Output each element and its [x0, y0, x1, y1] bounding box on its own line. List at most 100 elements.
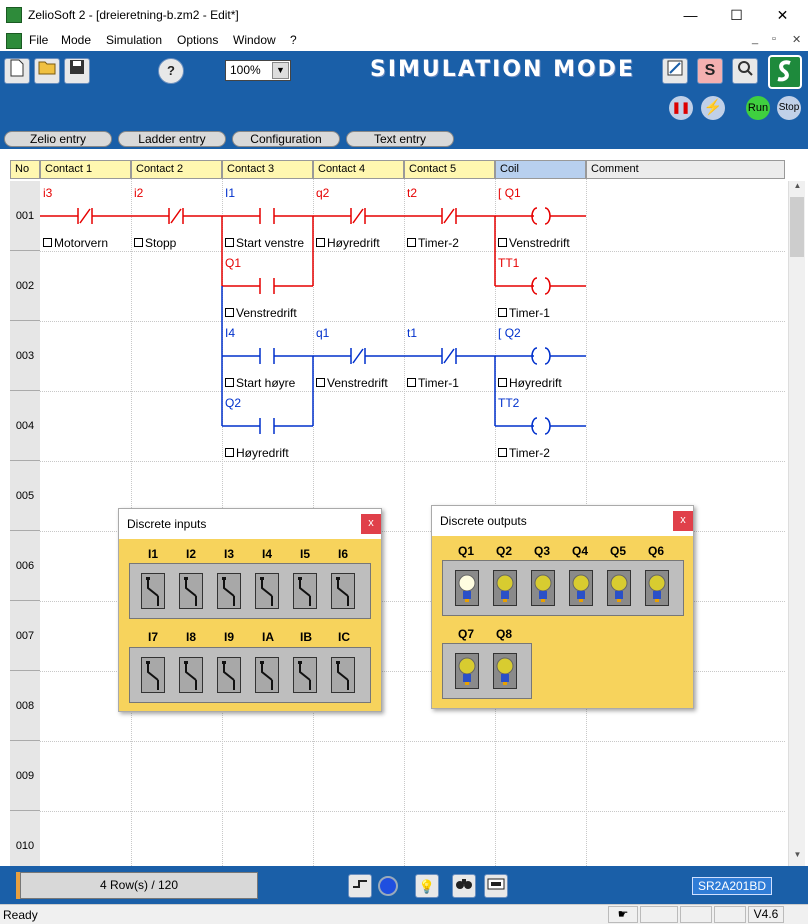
contact-name: Stopp	[134, 236, 176, 250]
magnifier-icon[interactable]	[732, 58, 758, 84]
version-label: V4.6	[748, 906, 784, 923]
menu-help[interactable]: ?	[290, 33, 297, 47]
menu-file[interactable]: File	[29, 33, 48, 47]
toggle-switch[interactable]	[293, 573, 317, 609]
lamp-off-icon	[493, 653, 517, 689]
coil-name: Venstredrift	[498, 236, 570, 250]
contact-name: Timer-1	[407, 376, 459, 390]
scroll-up-icon[interactable]: ▲	[791, 181, 804, 195]
vertical-scrollbar[interactable]: ▲ ▼	[788, 181, 805, 866]
separator	[0, 149, 808, 160]
s-button[interactable]: S	[697, 58, 723, 84]
tab-ladder-entry[interactable]: Ladder entry	[118, 131, 226, 147]
input-label: IC	[338, 630, 350, 644]
lamp-off-icon	[607, 570, 631, 606]
output-label: Q7	[458, 627, 475, 641]
zeliosoft-app-icon	[6, 7, 22, 23]
coil-address: TT1	[498, 256, 520, 270]
schneider-logo-icon	[768, 55, 802, 89]
status-panel	[680, 906, 712, 923]
contact-name: Start høyre	[225, 376, 295, 390]
contact-address: i3	[43, 186, 53, 200]
toggle-switch[interactable]	[255, 657, 279, 693]
toggle-switch[interactable]	[331, 657, 355, 693]
input-label: I6	[338, 547, 349, 561]
mdi-minimize-button[interactable]: _	[752, 33, 758, 45]
maximize-button[interactable]: ☐	[714, 0, 759, 30]
help-icon[interactable]: ?	[158, 58, 184, 84]
coil-address: [ Q2	[498, 326, 521, 340]
lightning-icon[interactable]: ⚡	[701, 96, 725, 120]
mdi-close-button[interactable]: ✕	[792, 33, 801, 46]
edit-mode-icon[interactable]	[662, 58, 688, 84]
contact-name: Høyredrift	[225, 446, 289, 460]
toggle-switch[interactable]	[293, 657, 317, 693]
toggle-switch[interactable]	[141, 573, 165, 609]
binoculars-icon[interactable]	[452, 874, 476, 898]
module-icon[interactable]	[484, 874, 508, 898]
status-panel	[640, 906, 678, 923]
input-label: I4	[262, 547, 273, 561]
scroll-down-icon[interactable]: ▼	[791, 850, 804, 864]
toggle-switch[interactable]	[179, 657, 203, 693]
output-label: Q8	[496, 627, 513, 641]
save-icon[interactable]	[64, 58, 90, 84]
contact-address: q1	[316, 326, 330, 340]
tab-configuration[interactable]: Configuration	[232, 131, 340, 147]
input-label: I1	[148, 547, 159, 561]
lamp-off-icon	[645, 570, 669, 606]
toggle-switch[interactable]	[217, 573, 241, 609]
input-label: I7	[148, 630, 159, 644]
row-count: 4 Row(s) / 120	[20, 872, 258, 899]
menu-simulation[interactable]: Simulation	[106, 33, 162, 47]
coil-name: Timer-1	[498, 306, 550, 320]
contact-address: t1	[407, 326, 418, 340]
close-icon[interactable]: x	[673, 511, 693, 531]
step-icon[interactable]	[348, 874, 372, 898]
contact-address: I4	[225, 326, 236, 340]
discrete-inputs-window: Discrete inputs x I1 I2 I3 I4 I5 I6 I7 I…	[118, 508, 382, 712]
toggle-switch[interactable]	[255, 573, 279, 609]
contact-name: Timer-2	[407, 236, 459, 250]
coil-name: Timer-2	[498, 446, 550, 460]
close-button[interactable]: ✕	[760, 0, 805, 30]
output-label: Q2	[496, 544, 513, 558]
output-label: Q3	[534, 544, 551, 558]
open-folder-icon[interactable]	[34, 58, 60, 84]
lamp-on-icon	[455, 570, 479, 606]
input-label: I8	[186, 630, 197, 644]
scrollbar-thumb[interactable]	[790, 197, 804, 257]
contact-address: i2	[134, 186, 144, 200]
contact-name: Venstredrift	[225, 306, 297, 320]
chevron-down-icon[interactable]: ▼	[272, 62, 289, 79]
input-label: I3	[224, 547, 235, 561]
menu-window[interactable]: Window	[233, 33, 276, 47]
discrete-outputs-title: Discrete outputs	[432, 506, 693, 536]
close-icon[interactable]: x	[361, 514, 381, 534]
coil-address: [ Q1	[498, 186, 521, 200]
tab-text-entry[interactable]: Text entry	[346, 131, 454, 147]
document-icon[interactable]	[6, 33, 22, 49]
toggle-switch[interactable]	[331, 573, 355, 609]
mdi-restore-button[interactable]: ▫	[772, 33, 776, 45]
toggle-switch[interactable]	[217, 657, 241, 693]
pause-icon[interactable]: ❚❚	[669, 96, 693, 120]
status-panel	[714, 906, 746, 923]
window-title: ZelioSoft 2 - [dreieretning-b.zm2 - Edit…	[28, 8, 239, 22]
minimize-button[interactable]: —	[668, 0, 713, 30]
lightbulb-icon[interactable]: 💡	[415, 874, 439, 898]
stop-button[interactable]: Stop	[777, 96, 801, 120]
contact-name: Start venstre	[225, 236, 304, 250]
controller-model: SR2A201BD	[692, 877, 772, 895]
run-button[interactable]: Run	[746, 96, 770, 120]
toggle-switch[interactable]	[141, 657, 165, 693]
contact-address: q2	[316, 186, 330, 200]
record-icon[interactable]	[378, 876, 398, 896]
toggle-switch[interactable]	[179, 573, 203, 609]
new-file-icon[interactable]	[4, 58, 30, 84]
input-label: I2	[186, 547, 197, 561]
tab-zelio-entry[interactable]: Zelio entry	[4, 131, 112, 147]
menu-options[interactable]: Options	[177, 33, 218, 47]
menu-mode[interactable]: Mode	[61, 33, 91, 47]
contact-name: Høyredrift	[316, 236, 380, 250]
